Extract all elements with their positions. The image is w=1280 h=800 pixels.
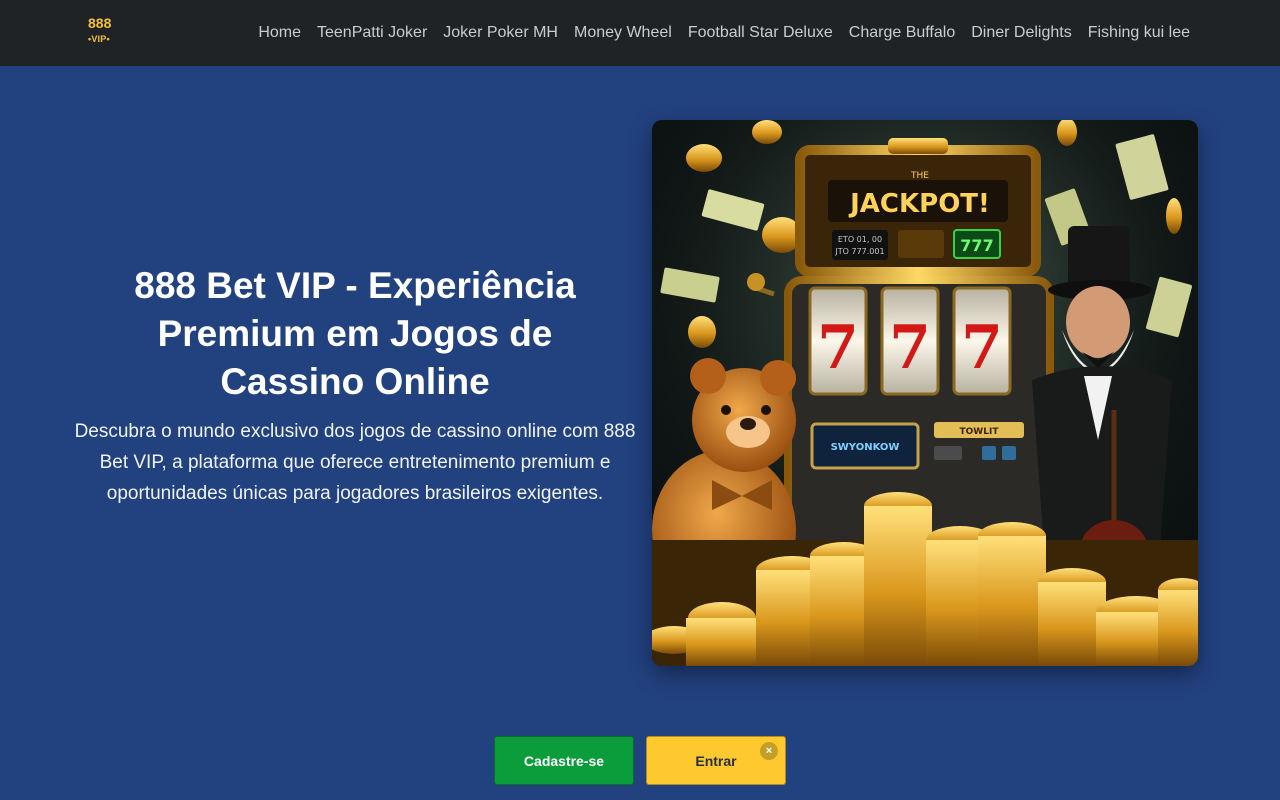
nav-charge-buffalo[interactable]: Charge Buffalo — [841, 22, 963, 44]
logo-vip-text: •VIP• — [88, 34, 110, 44]
jackpot-prefix: THE — [910, 171, 929, 181]
reel-symbol-3: 7 — [961, 313, 1003, 383]
tower-display: TOWLIT — [960, 427, 1000, 437]
hero-title: 888 Bet VIP - Experiência Premium em Jog… — [134, 265, 576, 402]
nav-football-star-deluxe[interactable]: Football Star Deluxe — [680, 22, 841, 44]
display-left-2: JTO 777.001 — [834, 247, 884, 256]
display-left-1: ETO 01, 00 — [838, 235, 882, 244]
register-button[interactable]: Cadastre-se — [494, 736, 634, 785]
cta-bar: Cadastre-se Entrar × — [494, 736, 786, 786]
panel-display: SWYONKOW — [831, 442, 900, 453]
nav-diner-delights[interactable]: Diner Delights — [963, 22, 1079, 44]
nav-fishing-kui-lee[interactable]: Fishing kui lee — [1080, 22, 1198, 44]
hero-text-block: 888 Bet VIP - Experiência Premium em Jog… — [70, 262, 640, 509]
hero-description: Descubra o mundo exclusivo dos jogos de … — [74, 421, 636, 504]
site-logo[interactable]: 888 •VIP• — [88, 14, 128, 52]
nav-teenpatti-joker[interactable]: TeenPatti Joker — [309, 22, 435, 44]
counter-display: 777 — [960, 236, 993, 255]
jackpot-sign: JACKPOT! — [848, 189, 990, 219]
close-icon[interactable]: × — [760, 742, 778, 760]
nav-joker-poker-mh[interactable]: Joker Poker MH — [435, 22, 566, 44]
nav-money-wheel[interactable]: Money Wheel — [566, 22, 680, 44]
top-navigation-bar: 888 •VIP• Home TeenPatti Joker Joker Pok… — [0, 0, 1280, 66]
logo-number: 888 — [88, 15, 112, 31]
main-nav: Home TeenPatti Joker Joker Poker MH Mone… — [250, 22, 1198, 44]
reel-symbol-1: 7 — [817, 313, 859, 383]
nav-home[interactable]: Home — [250, 22, 309, 44]
reel-symbol-2: 7 — [889, 313, 931, 383]
slot-machine-illustration: JACKPOT! THE ETO 01, 00 JTO 777.001 777 … — [652, 120, 1198, 666]
hero-casino-illustration: JACKPOT! THE ETO 01, 00 JTO 777.001 777 … — [652, 120, 1198, 666]
